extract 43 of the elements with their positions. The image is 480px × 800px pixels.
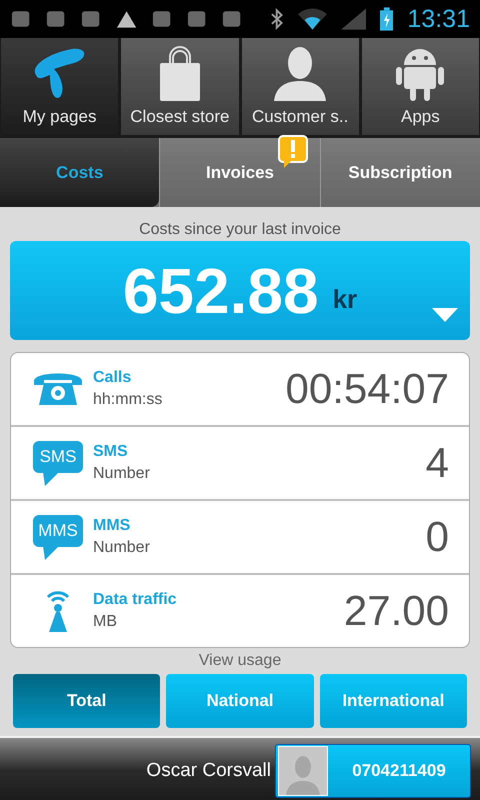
- total-cost-panel[interactable]: 652.88 kr: [10, 241, 470, 340]
- dropdown-arrow-icon: [432, 308, 458, 322]
- tab[interactable]: Subscription: [320, 138, 480, 207]
- wifi-icon: [298, 8, 327, 30]
- costs-caption: Costs since your last invoice: [138, 221, 342, 239]
- usage-title: Calls: [93, 369, 132, 387]
- user-name: Oscar Corsvall: [146, 760, 271, 782]
- usage-title: MMS: [93, 517, 132, 535]
- usage-unit: hh:mm:ss: [93, 391, 164, 409]
- person-icon: [272, 45, 328, 101]
- telephone-icon: [32, 371, 84, 407]
- notification-icon: [80, 9, 102, 29]
- usage-unit: Number: [93, 465, 151, 483]
- signal-icon: [340, 8, 366, 30]
- nav-tile[interactable]: Customer s..: [242, 38, 359, 135]
- nav-tile[interactable]: Apps: [362, 38, 479, 135]
- currency-label: kr: [332, 284, 358, 315]
- usage-title: Data traffic: [93, 591, 178, 609]
- usage-unit: Number: [93, 539, 151, 557]
- battery-icon: [380, 7, 394, 31]
- usage-title: SMS: [93, 443, 129, 461]
- view-usage-caption: View usage: [198, 652, 282, 670]
- bluetooth-icon: [270, 8, 284, 30]
- avatar-icon: [278, 746, 328, 796]
- notification-icon: [45, 9, 66, 29]
- notification-icon: [10, 9, 32, 29]
- antenna-icon: [45, 590, 71, 632]
- usage-filter-button[interactable]: Total: [13, 674, 160, 728]
- cost-amount: 652.88: [122, 254, 319, 328]
- tab[interactable]: Invoices: [159, 138, 320, 207]
- notification-icon: [221, 9, 242, 29]
- usage-value: 4: [426, 439, 449, 487]
- usage-value: 0: [426, 513, 449, 561]
- notification-icon: [186, 9, 208, 29]
- tab[interactable]: Costs: [0, 138, 160, 207]
- usage-value: 27.00: [344, 587, 449, 635]
- clock-time: 13:31: [407, 4, 470, 34]
- notification-icon: [116, 9, 137, 29]
- usage-unit: MB: [93, 613, 118, 631]
- shopping-bag-icon: [158, 45, 202, 101]
- nav-tile[interactable]: Closest store: [121, 38, 238, 135]
- usage-value: 00:54:07: [286, 365, 449, 413]
- notification-icon: [150, 9, 172, 29]
